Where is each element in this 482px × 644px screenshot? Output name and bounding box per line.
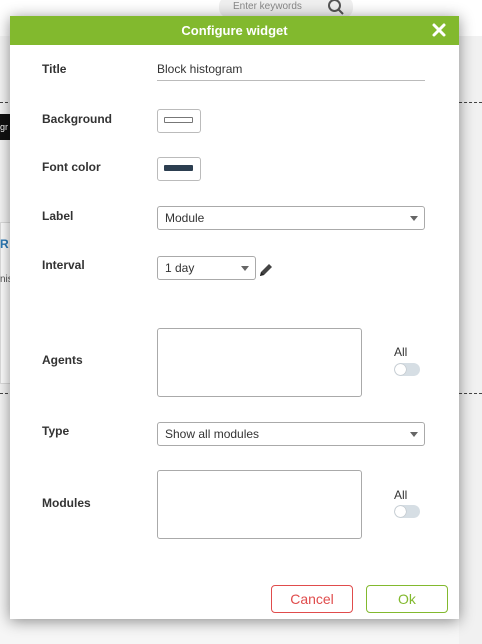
agents-all-toggle[interactable]: [394, 363, 420, 376]
background-color-swatch: [164, 117, 193, 123]
font-color-swatch: [164, 165, 193, 171]
background-label: Background: [42, 112, 113, 126]
background-color-picker[interactable]: [157, 109, 201, 133]
font-color-label: Font color: [42, 160, 101, 174]
agents-label: Agents: [42, 353, 83, 367]
dialog-header: Configure widget: [10, 16, 459, 45]
label-select-value: Module: [165, 211, 205, 225]
background-card-letter: R: [0, 237, 9, 251]
modules-label: Modules: [42, 496, 91, 510]
close-icon[interactable]: [431, 22, 447, 38]
modules-listbox[interactable]: [157, 470, 362, 539]
background-right-strip: [459, 36, 482, 644]
agents-listbox[interactable]: [157, 328, 362, 397]
interval-select-value: 1 day: [165, 261, 195, 275]
cancel-button[interactable]: Cancel: [271, 585, 353, 613]
modules-all-toggle[interactable]: [394, 505, 420, 518]
background-dark-chip: gr: [0, 114, 10, 140]
search-icon[interactable]: [327, 0, 345, 16]
chevron-down-icon: [241, 266, 249, 271]
pencil-icon[interactable]: [258, 262, 274, 278]
modules-all-label: All: [394, 488, 408, 502]
label-label: Label: [42, 209, 74, 223]
interval-label: Interval: [42, 258, 85, 272]
background-search-placeholder: Enter keywords: [233, 1, 302, 12]
chevron-down-icon: [410, 216, 418, 221]
background-card-text: nis: [0, 274, 10, 285]
background-dark-chip-text: gr: [0, 122, 9, 132]
type-select[interactable]: Show all modules: [157, 422, 425, 446]
title-input[interactable]: [157, 58, 425, 81]
toggle-knob: [395, 364, 406, 375]
chevron-down-icon: [410, 432, 418, 437]
agents-all-label: All: [394, 345, 408, 359]
font-color-picker[interactable]: [157, 157, 201, 181]
dialog-title: Configure widget: [181, 23, 288, 38]
toggle-knob: [395, 506, 406, 517]
configure-widget-dialog: Configure widget Title Background Font c…: [10, 16, 459, 619]
ok-button[interactable]: Ok: [366, 585, 448, 613]
title-label: Title: [42, 62, 67, 76]
interval-select[interactable]: 1 day: [157, 256, 256, 280]
type-label: Type: [42, 424, 70, 438]
label-select[interactable]: Module: [157, 206, 425, 230]
type-select-value: Show all modules: [165, 427, 260, 441]
